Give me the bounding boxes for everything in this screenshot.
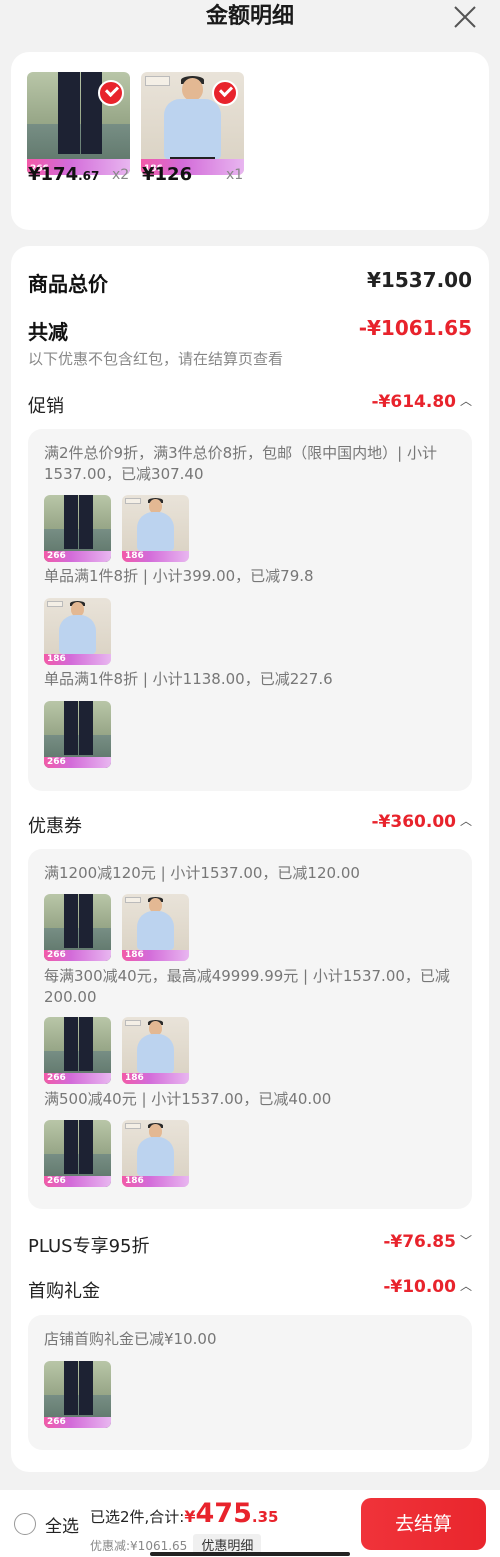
first-gift-value: -¥10.00 [383, 1277, 456, 1297]
product-image-shirt: 186 [122, 1120, 189, 1187]
plus-label: PLUS专享95折 [28, 1236, 150, 1257]
promo-line: 单品满1件8折 | 小计1138.00，已减227.6 [44, 670, 333, 688]
chevron-up-icon[interactable]: ︿ [460, 1277, 472, 1294]
coupon-line: 满1200减120元 | 小计1537.00，已减120.00 [44, 864, 360, 882]
selected-item-pants[interactable]: 266 [27, 72, 130, 175]
selected-item-shirt[interactable]: 186 [141, 72, 244, 175]
first-gift-line: 店铺首购礼金已减¥10.00 [44, 1330, 217, 1348]
product-image-shirt: 186 [122, 1017, 189, 1084]
promo-line: 单品满1件8折 | 小计399.00，已减79.8 [44, 567, 314, 585]
total-value: ¥1537.00 [366, 268, 472, 292]
product-image-pants: 266 [44, 1120, 111, 1187]
product-image-shirt: 186 [44, 598, 111, 665]
coupon-section-header[interactable]: 优惠券 -¥360.00 ︿ [28, 812, 472, 838]
item-price: ¥174.67 [28, 164, 100, 185]
item-qty: x1 [226, 167, 244, 183]
checked-icon[interactable] [98, 80, 124, 106]
first-gift-label: 首购礼金 [28, 1281, 100, 1302]
discount-label: 共减 [28, 320, 68, 344]
promo-line: 满2件总价9折，满3件总价8折，包邮（限中国内地）| 小计1537.00，已减3… [44, 444, 437, 483]
discount-row: 共减 -¥1061.65 [28, 316, 472, 346]
chevron-up-icon[interactable]: ︿ [460, 392, 472, 409]
discount-value: -¥1061.65 [358, 316, 472, 340]
item-qty: x2 [112, 167, 130, 183]
select-all-label[interactable]: 全选 [45, 1512, 79, 1537]
total-label: 商品总价 [28, 272, 108, 296]
promo-label: 促销 [28, 396, 64, 417]
promo-value: -¥614.80 [371, 392, 456, 412]
first-gift-details: 店铺首购礼金已减¥10.00 266 [28, 1315, 472, 1450]
product-image-pants: 266 [44, 495, 111, 562]
discount-note: 以下优惠不包含红包，请在结算页查看 [28, 350, 284, 368]
plus-value: -¥76.85 [383, 1232, 456, 1252]
coupon-line: 每满300减40元，最高减49999.99元 | 小计1537.00，已减200… [44, 967, 450, 1006]
selected-text: 已选2件,合计: [90, 1508, 185, 1526]
home-indicator [150, 1552, 350, 1556]
checkout-button[interactable]: 去结算 [361, 1498, 486, 1550]
promo-section-header[interactable]: 促销 -¥614.80 ︿ [28, 392, 472, 418]
header: 金额明细 [0, 0, 500, 36]
total-price: ¥475.35 [184, 1498, 279, 1529]
coupon-line: 满500减40元 | 小计1537.00，已减40.00 [44, 1090, 332, 1108]
close-icon[interactable] [452, 4, 478, 30]
plus-section-header[interactable]: PLUS专享95折 -¥76.85 ﹀ [28, 1232, 472, 1258]
product-image-pants: 266 [44, 701, 111, 768]
coupon-value: -¥360.00 [371, 812, 456, 832]
selected-summary: 已选2件,合计:¥475.35 [90, 1498, 278, 1529]
product-image-pants: 266 [44, 894, 111, 961]
product-image-pants: 266 [44, 1017, 111, 1084]
checked-icon[interactable] [212, 80, 238, 106]
checkout-bar: 全选 已选2件,合计:¥475.35 优惠减:¥1061.65 优惠明细 去结算 [0, 1490, 500, 1557]
coupon-label: 优惠券 [28, 816, 82, 837]
item-price: ¥126 [142, 164, 193, 185]
page-title: 金额明细 [205, 4, 294, 29]
select-all-radio[interactable] [14, 1513, 36, 1535]
promo-details: 满2件总价9折，满3件总价8折，包邮（限中国内地）| 小计1537.00，已减3… [28, 429, 472, 791]
selected-items-card: 266 ¥174.67 x2 186 ¥126 x1 [11, 52, 489, 230]
total-row: 商品总价 ¥1537.00 [28, 268, 472, 298]
chevron-up-icon[interactable]: ︿ [460, 812, 472, 829]
product-image-shirt: 186 [122, 894, 189, 961]
discount-text: 优惠减:¥1061.65 [90, 1539, 188, 1553]
first-gift-section-header[interactable]: 首购礼金 -¥10.00 ︿ [28, 1277, 472, 1303]
coupon-details: 满1200减120元 | 小计1537.00，已减120.00 266 186 … [28, 849, 472, 1209]
product-image-shirt: 186 [122, 495, 189, 562]
price-detail-card: 商品总价 ¥1537.00 共减 -¥1061.65 以下优惠不包含红包，请在结… [11, 246, 489, 1472]
product-image-pants: 266 [44, 1361, 111, 1428]
chevron-down-icon[interactable]: ﹀ [460, 1232, 472, 1249]
